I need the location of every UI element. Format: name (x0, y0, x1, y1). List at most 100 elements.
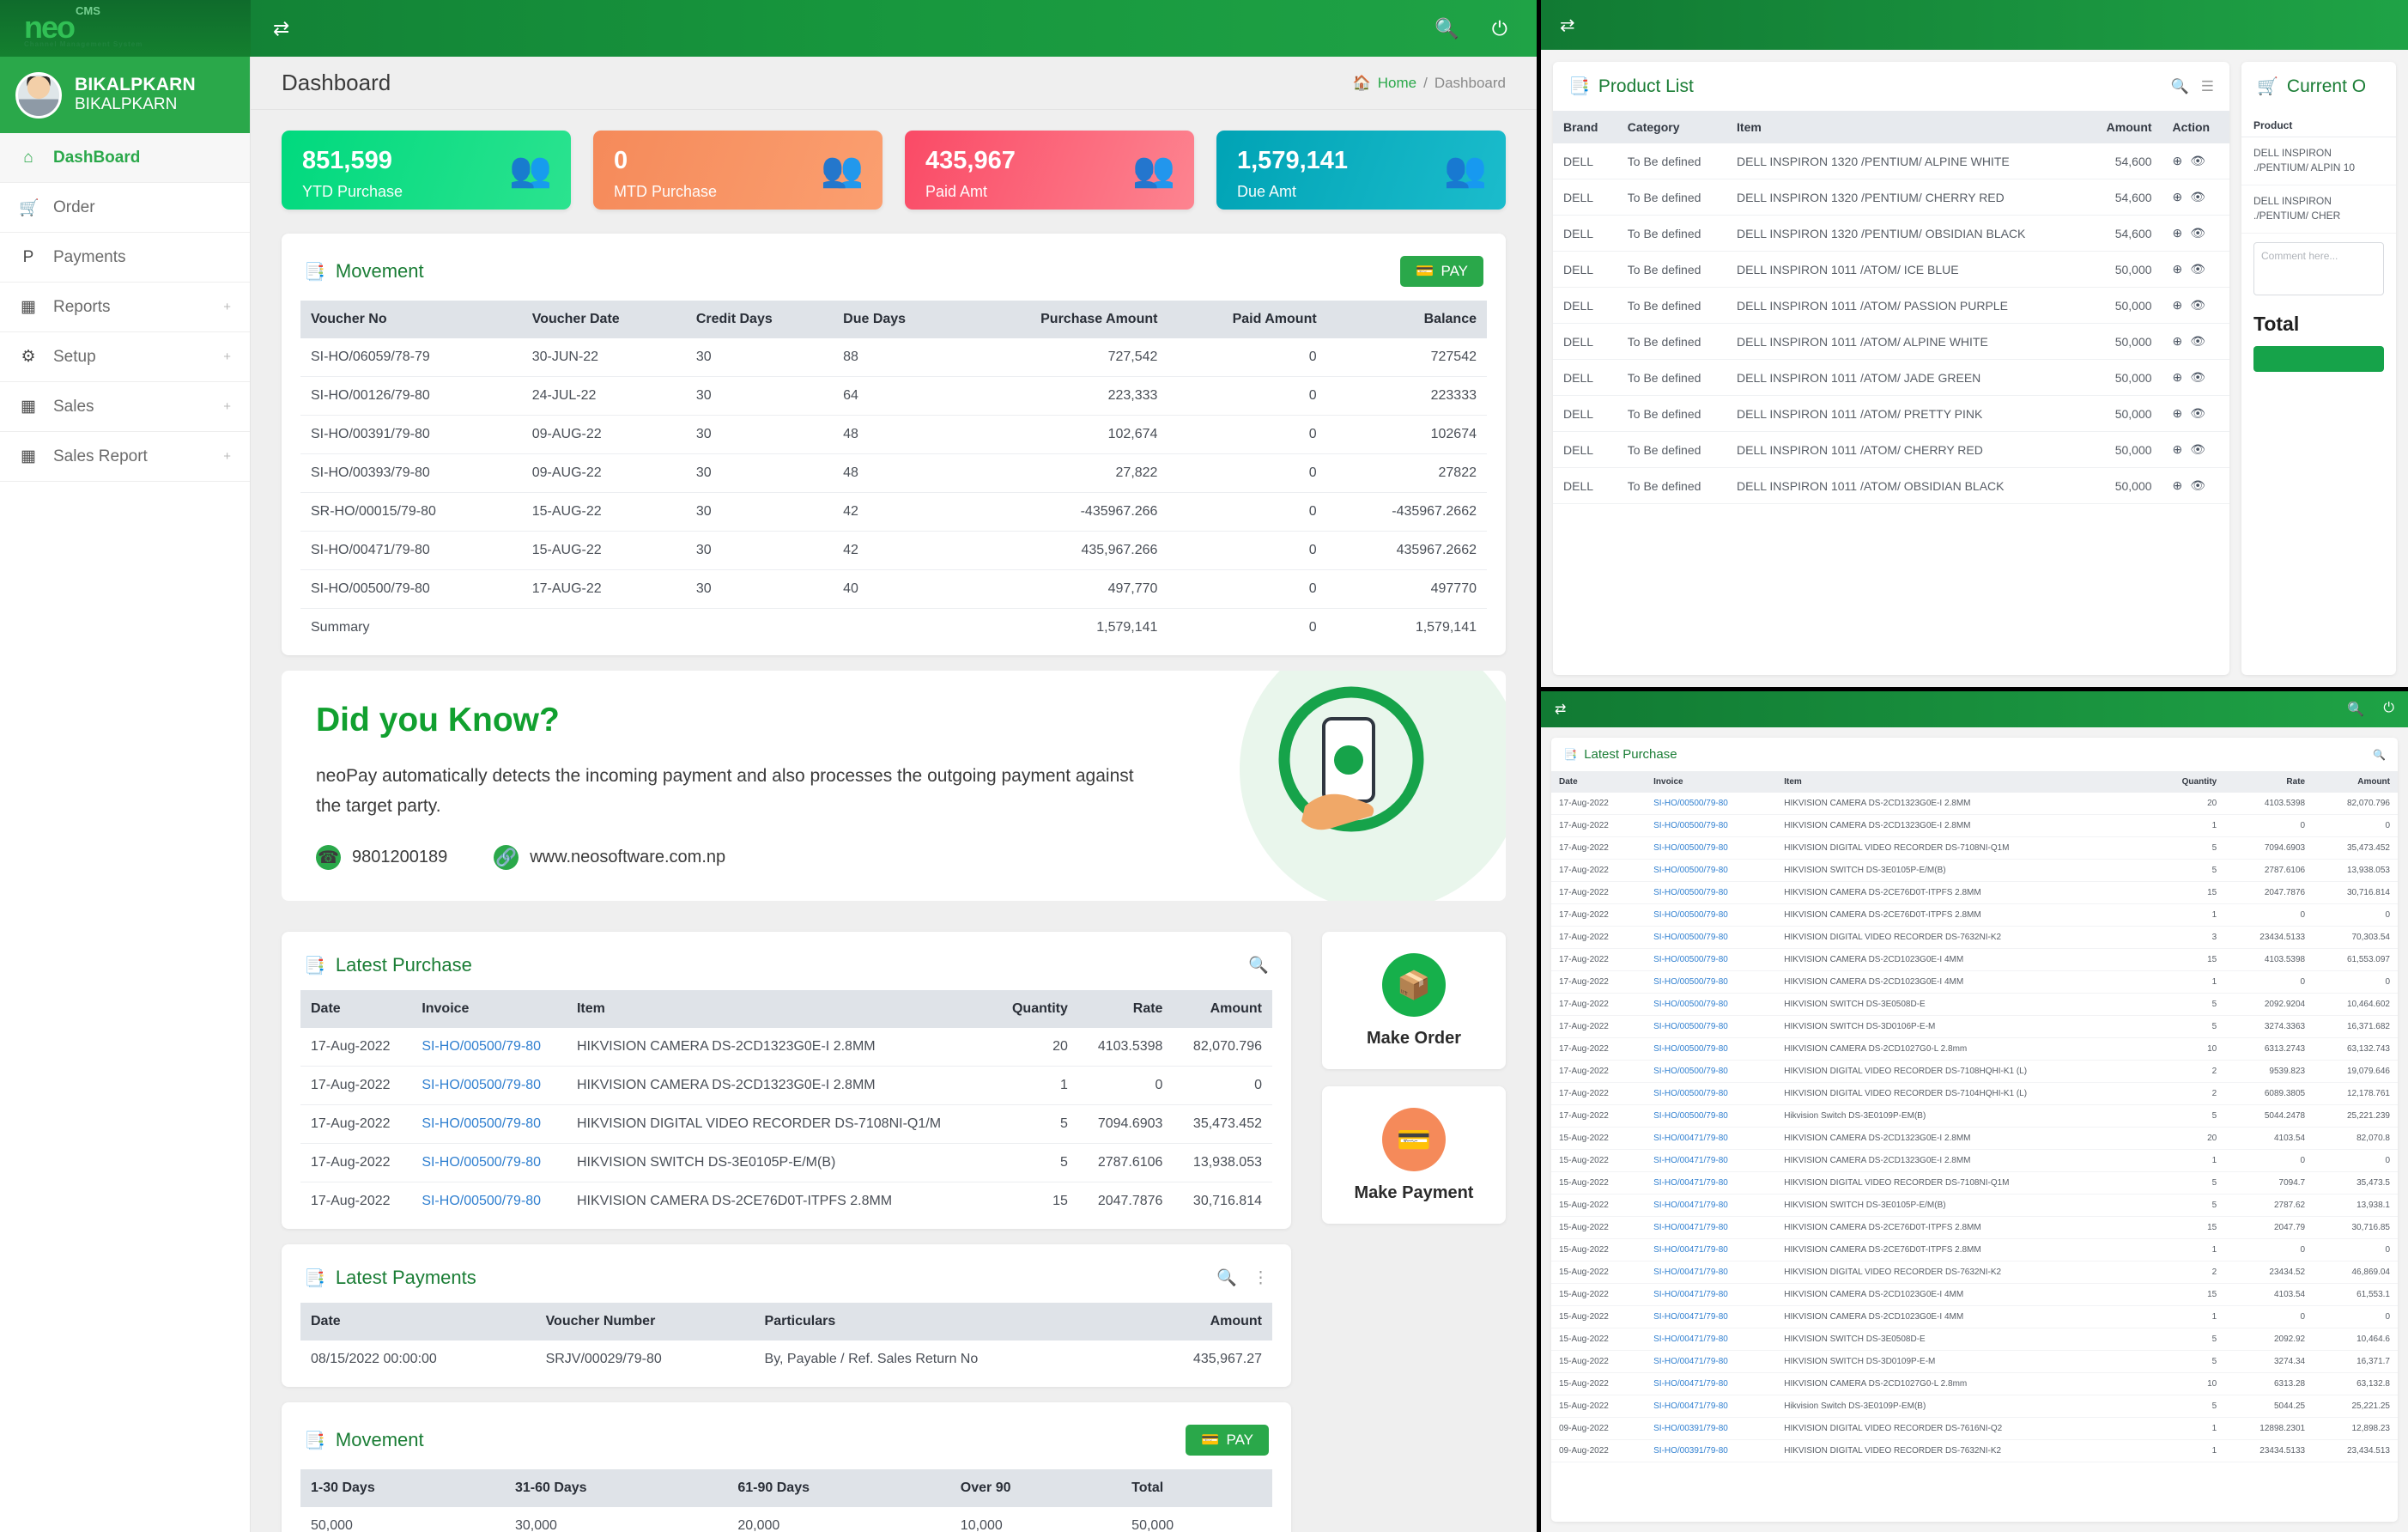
invoice-link[interactable]: SI-HO/00471/79-80 (1653, 1357, 1728, 1366)
invoice-link[interactable]: SI-HO/00500/79-80 (1653, 910, 1728, 920)
table-row[interactable]: 17-Aug-2022 SI-HO/00500/79-80 HIKVISION CA… (1551, 814, 2398, 837)
invoice-link[interactable]: SI-HO/00500/79-80 (1653, 955, 1728, 964)
invoice-link[interactable]: SI-HO/00500/79-80 (1653, 799, 1728, 808)
table-row[interactable]: SI-HO/00500/79-80 17-AUG-22 30 40 497,770 0 49… (300, 569, 1487, 609)
table-row[interactable]: 17-Aug-2022 SI-HO/00500/79-80 HIKVISION CA… (1551, 1037, 2398, 1061)
table-row[interactable]: 17-Aug-2022 SI-HO/00500/79-80 HIKVISION SW… (1551, 993, 2398, 1016)
table-row[interactable]: SI-HO/00391/79-80 09-AUG-22 30 48 102,674 0 10… (300, 415, 1487, 454)
table-row[interactable]: 17-Aug-2022 SI-HO/00500/79-80 HIKVISION CA… (300, 1066, 1272, 1106)
info-icon[interactable]: ⊕ (2173, 262, 2183, 277)
table-row[interactable]: 15-Aug-2022 SI-HO/00471/79-80 HIKVISION CA… (1551, 1149, 2398, 1172)
table-row[interactable]: 17-Aug-2022 SI-HO/00500/79-80 HIKVISION CA… (300, 1182, 1272, 1221)
swap-horizontal-icon[interactable]: ⇄ (1555, 701, 1566, 718)
table-row[interactable]: 09-Aug-2022 SI-HO/00391/79-80 HIKVISION DI… (1551, 1439, 2398, 1462)
table-row[interactable]: DELL To Be defined DELL INSPIRON 1011 /ATO… (1553, 467, 2229, 504)
table-row[interactable]: 17-Aug-2022 SI-HO/00500/79-80 HIKVISION CA… (1551, 793, 2398, 815)
table-row[interactable]: 15-Aug-2022 SI-HO/00471/79-80 HIKVISION CA… (1551, 1372, 2398, 1395)
eye-icon[interactable]: 👁 (2190, 154, 2205, 168)
table-row[interactable]: SI-HO/00471/79-80 15-AUG-22 30 42 435,967.26… (300, 531, 1487, 570)
invoice-link[interactable]: SI-HO/00500/79-80 (1653, 977, 1728, 987)
table-row[interactable]: DELL To Be defined DELL INSPIRON 1011 /ATO… (1553, 287, 2229, 324)
invoice-link[interactable]: SI-HO/00500/79-80 (1653, 1111, 1728, 1121)
invoice-link[interactable]: SI-HO/00500/79-80 (1653, 1022, 1728, 1031)
breadcrumb-home[interactable]: Home (1378, 75, 1416, 92)
invoice-link[interactable]: SI-HO/00391/79-80 (1653, 1446, 1728, 1456)
phone-contact[interactable]: ☎ 9801200189 (316, 845, 447, 871)
info-icon[interactable]: ⊕ (2173, 190, 2183, 204)
eye-icon[interactable]: 👁 (2190, 406, 2205, 421)
table-row[interactable]: 17-Aug-2022 SI-HO/00500/79-80 HIKVISION CA… (1551, 881, 2398, 904)
invoice-link[interactable]: SI-HO/00471/79-80 (1653, 1201, 1728, 1210)
table-row[interactable]: DELL To Be defined DELL INSPIRON 1011 /ATO… (1553, 359, 2229, 396)
sidebar-item-sales[interactable]: ▦ Sales + (0, 382, 250, 432)
invoice-link[interactable]: SI-HO/00500/79-80 (1653, 866, 1728, 875)
expand-icon[interactable]: + (223, 350, 231, 364)
invoice-link[interactable]: SI-HO/00471/79-80 (1653, 1334, 1728, 1344)
info-icon[interactable]: ⊕ (2173, 154, 2183, 168)
table-row[interactable]: SI-HO/00126/79-80 24-JUL-22 30 64 223,333 0 22… (300, 376, 1487, 416)
table-row[interactable]: DELL To Be defined DELL INSPIRON 1011 /ATO… (1553, 431, 2229, 468)
table-row[interactable]: 15-Aug-2022 SI-HO/00471/79-80 HIKVISION CA… (1551, 1238, 2398, 1261)
eye-icon[interactable]: 👁 (2190, 334, 2205, 349)
expand-icon[interactable]: + (223, 300, 231, 314)
table-row[interactable]: 15-Aug-2022 SI-HO/00471/79-80 HIKVISION SW… (1551, 1194, 2398, 1217)
table-row[interactable]: 17-Aug-2022 SI-HO/00500/79-80 HIKVISION DI… (1551, 1060, 2398, 1083)
invoice-link[interactable]: SI-HO/00471/79-80 (1653, 1245, 1728, 1255)
table-row[interactable]: 15-Aug-2022 SI-HO/00471/79-80 HIKVISION DI… (1551, 1171, 2398, 1195)
invoice-link[interactable]: SI-HO/00500/79-80 (1653, 1089, 1728, 1098)
pay-button-aging[interactable]: 💳 PAY (1186, 1425, 1269, 1456)
eye-icon[interactable]: 👁 (2190, 190, 2205, 204)
invoice-link[interactable]: SI-HO/00500/79-80 (1653, 821, 1728, 830)
stat-card-mtd-purchase[interactable]: 0 MTD Purchase 👥 (593, 131, 883, 210)
expand-icon[interactable]: + (223, 399, 231, 414)
search-icon[interactable]: 🔍 (1216, 1268, 1237, 1288)
stat-card-paid-amt[interactable]: 435,967 Paid Amt 👥 (905, 131, 1194, 210)
table-row[interactable]: 09-Aug-2022 SI-HO/00391/79-80 HIKVISION DI… (1551, 1417, 2398, 1440)
invoice-link[interactable]: SI-HO/00471/79-80 (1653, 1379, 1728, 1389)
table-row[interactable]: 15-Aug-2022 SI-HO/00471/79-80 HIKVISION CA… (1551, 1216, 2398, 1239)
table-row[interactable]: 15-Aug-2022 SI-HO/00471/79-80 HIKVISION CA… (1551, 1305, 2398, 1328)
table-row[interactable]: 15-Aug-2022 SI-HO/00471/79-80 HIKVISION DI… (1551, 1261, 2398, 1284)
stat-card-ytd-purchase[interactable]: 851,599 YTD Purchase 👥 (282, 131, 571, 210)
invoice-link[interactable]: SI-HO/00500/79-80 (422, 1116, 541, 1131)
quick-action-make-order[interactable]: 📦 Make Order (1322, 932, 1506, 1070)
sidebar-item-payments[interactable]: P Payments (0, 233, 250, 283)
table-row[interactable]: SR-HO/00015/79-80 15-AUG-22 30 42 -435967.26… (300, 492, 1487, 532)
table-row[interactable]: 17-Aug-2022 SI-HO/00500/79-80 HIKVISION CA… (1551, 903, 2398, 927)
table-row[interactable]: DELL To Be defined DELL INSPIRON 1011 /ATO… (1553, 395, 2229, 432)
eye-icon[interactable]: 👁 (2190, 478, 2205, 493)
table-row[interactable]: 15-Aug-2022 SI-HO/00471/79-80 HIKVISION CA… (1551, 1283, 2398, 1306)
search-icon[interactable]: 🔍 (2171, 78, 2189, 95)
sidebar-item-setup[interactable]: ⚙ Setup + (0, 332, 250, 382)
stat-card-due-amt[interactable]: 1,579,141 Due Amt 👥 (1216, 131, 1506, 210)
table-row[interactable]: 08/15/2022 00:00:00 SRJV/00029/79-80 By, P… (300, 1340, 1272, 1378)
info-icon[interactable]: ⊕ (2173, 478, 2183, 493)
eye-icon[interactable]: 👁 (2190, 298, 2205, 313)
kebab-menu-icon[interactable]: ⋮ (1253, 1268, 1269, 1288)
info-icon[interactable]: ⊕ (2173, 226, 2183, 240)
invoice-link[interactable]: SI-HO/00471/79-80 (1653, 1401, 1728, 1411)
app-logo[interactable]: neo CMS Channel Management System (0, 0, 251, 57)
quick-action-make-payment[interactable]: 💳 Make Payment (1322, 1086, 1506, 1225)
table-row[interactable]: 17-Aug-2022 SI-HO/00500/79-80 HIKVISION DI… (1551, 926, 2398, 949)
order-item[interactable]: DELL INSPIRON ./PENTIUM/ ALPIN 10 (2241, 137, 2396, 185)
table-row[interactable]: SI-HO/06059/78-79 30-JUN-22 30 88 727,542 0 72… (300, 338, 1487, 377)
sidebar-item-reports[interactable]: ▦ Reports + (0, 283, 250, 332)
table-row[interactable]: 17-Aug-2022 SI-HO/00500/79-80 HIKVISION SW… (300, 1143, 1272, 1183)
invoice-link[interactable]: SI-HO/00471/79-80 (1653, 1156, 1728, 1165)
info-icon[interactable]: ⊕ (2173, 334, 2183, 349)
table-row[interactable]: DELL To Be defined DELL INSPIRON 1011 /ATO… (1553, 251, 2229, 288)
invoice-link[interactable]: SI-HO/00500/79-80 (1653, 1067, 1728, 1076)
website-contact[interactable]: 🔗 www.neosoftware.com.np (494, 845, 725, 871)
swap-horizontal-icon[interactable]: ⇄ (1560, 15, 1575, 36)
invoice-link[interactable]: SI-HO/00500/79-80 (422, 1194, 541, 1208)
search-icon[interactable]: 🔍 (2373, 749, 2386, 761)
table-row[interactable]: 17-Aug-2022 SI-HO/00500/79-80 HIKVISION DI… (1551, 836, 2398, 860)
table-row[interactable]: 17-Aug-2022 SI-HO/00500/79-80 HIKVISION CA… (300, 1028, 1272, 1067)
table-row[interactable]: DELL To Be defined DELL INSPIRON 1320 /PEN… (1553, 143, 2229, 179)
table-row[interactable]: DELL To Be defined DELL INSPIRON 1320 /PEN… (1553, 215, 2229, 252)
swap-horizontal-icon[interactable]: ⇄ (273, 17, 289, 40)
invoice-link[interactable]: SI-HO/00391/79-80 (1653, 1424, 1728, 1433)
power-icon[interactable]: ⏻ (1492, 17, 1507, 40)
order-submit-button[interactable] (2253, 345, 2384, 372)
